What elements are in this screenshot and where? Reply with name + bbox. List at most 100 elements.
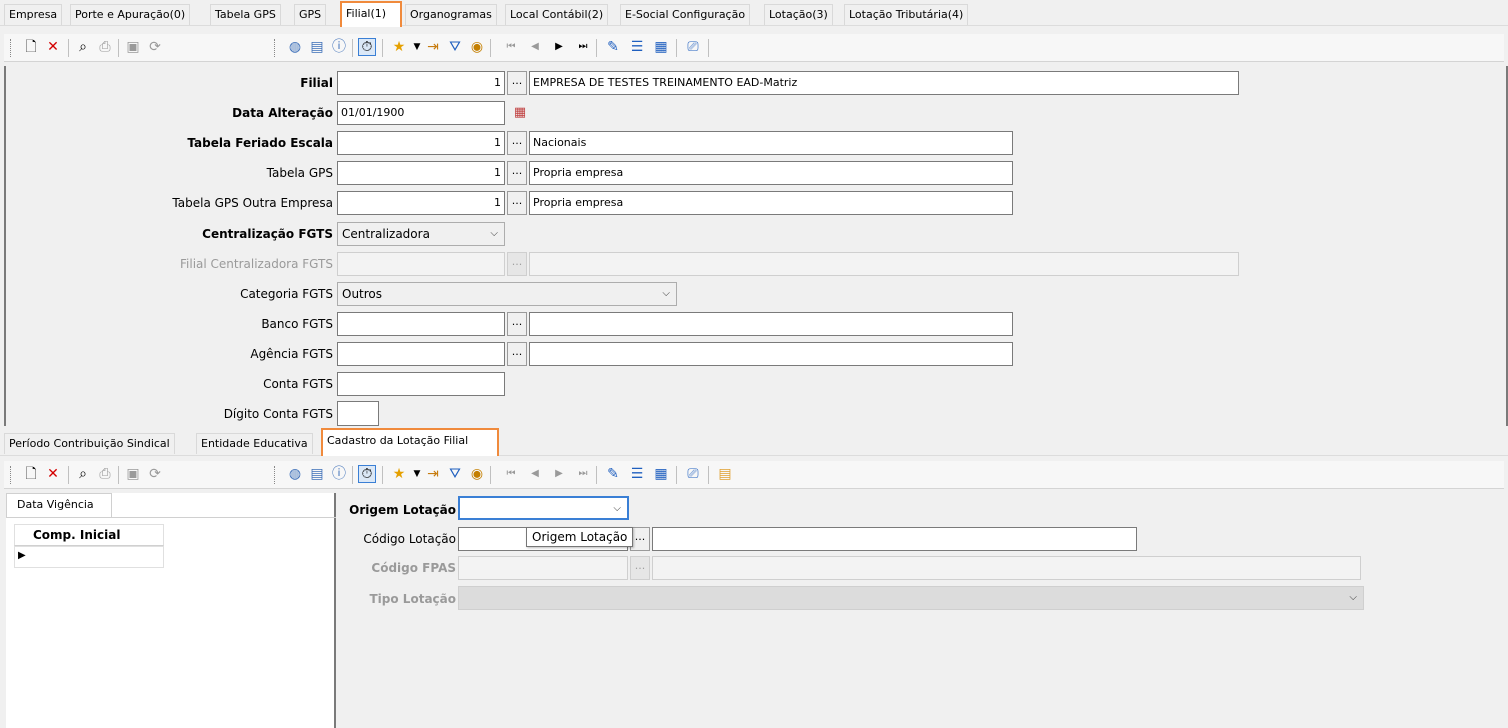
data-alteracao-input[interactable]: 01/01/1900 [337, 101, 505, 125]
tabela-gps-code-input[interactable]: 1 [337, 161, 505, 185]
tabela-feriado-code-input[interactable]: 1 [337, 131, 505, 155]
export-file-icon[interactable]: ▤ [716, 465, 734, 483]
origem-lotacao-select[interactable]: ⌵ [458, 496, 629, 520]
tabela-gps-outra-code-input[interactable]: 1 [337, 191, 505, 215]
grid-icon[interactable]: ▤ [308, 38, 326, 56]
binoculars-icon[interactable]: ⌕ [74, 465, 92, 483]
last-record-icon[interactable]: ⏭ [574, 465, 592, 483]
preview-icon[interactable]: ⎚ [684, 465, 702, 483]
digito-input[interactable] [337, 401, 379, 426]
agencia-code-input[interactable] [337, 342, 505, 366]
table-icon[interactable]: ▦ [652, 465, 670, 483]
tabela-feriado-lookup-button[interactable]: ... [507, 131, 527, 155]
binoculars-icon[interactable]: ⌕ [74, 38, 92, 56]
first-record-icon[interactable]: ⏮ [502, 465, 520, 483]
table-icon[interactable]: ▦ [652, 38, 670, 56]
globe-icon[interactable]: ◍ [286, 38, 304, 56]
tab-periodo-contribuicao[interactable]: Período Contribuição Sindical [4, 433, 175, 454]
table-row[interactable] [14, 546, 164, 568]
info-icon[interactable]: ⓘ [330, 38, 348, 56]
tab-cadastro-lotacao-filial[interactable]: Cadastro da Lotação Filial [321, 428, 499, 456]
refresh-icon[interactable]: ⟳ [146, 465, 164, 483]
star-icon[interactable]: ★ [390, 465, 408, 483]
filial-centralizadora-lookup-button[interactable]: ... [507, 252, 527, 276]
codigo-fpas-input[interactable] [458, 556, 628, 580]
filter-icon[interactable]: ⛛ [446, 38, 464, 56]
filial-centralizadora-code-input[interactable] [337, 252, 505, 276]
centralizacao-select[interactable]: Centralizadora ⌵ [337, 222, 505, 246]
stopwatch-icon[interactable]: ⏱ [358, 38, 376, 56]
next-record-icon[interactable]: ▶ [550, 465, 568, 483]
grid-icon[interactable]: ▤ [308, 465, 326, 483]
last-record-icon[interactable]: ⏭ [574, 38, 592, 56]
tabela-feriado-desc-input[interactable]: Nacionais [529, 131, 1013, 155]
tabela-gps-outra-lookup-button[interactable]: ... [507, 191, 527, 215]
next-record-icon[interactable]: ▶ [550, 38, 568, 56]
tab-esocial-configuracao[interactable]: E-Social Configuração [620, 4, 751, 25]
new-document-icon[interactable]: 🗋 [22, 465, 40, 483]
chevron-down-icon: ⌵ [1349, 592, 1357, 603]
save-icon[interactable]: ▣ [124, 38, 142, 56]
print-icon[interactable]: ⎙ [96, 465, 114, 483]
agencia-desc-input[interactable] [529, 342, 1013, 366]
tabela-gps-outra-desc-input[interactable]: Propria empresa [529, 191, 1013, 215]
categoria-value: Outros [342, 287, 383, 301]
save-icon[interactable]: ▣ [124, 465, 142, 483]
new-document-icon[interactable]: 🗋 [22, 38, 40, 56]
agencia-lookup-button[interactable]: ... [507, 342, 527, 366]
star-icon[interactable]: ★ [390, 38, 408, 56]
tabela-gps-desc-input[interactable]: Propria empresa [529, 161, 1013, 185]
banco-code-input[interactable] [337, 312, 505, 336]
list-icon[interactable]: ☰ [628, 465, 646, 483]
previous-record-icon[interactable]: ◀ [526, 38, 544, 56]
delete-icon[interactable]: ✕ [44, 465, 62, 483]
preview-icon[interactable]: ⎚ [684, 38, 702, 56]
tab-entidade-educativa[interactable]: Entidade Educativa [196, 433, 313, 454]
tabela-gps-lookup-button[interactable]: ... [507, 161, 527, 185]
tab-filial[interactable]: Filial(1) [340, 1, 402, 27]
refresh-icon[interactable]: ⟳ [146, 38, 164, 56]
codigo-fpas-desc-input[interactable] [652, 556, 1361, 580]
banco-lookup-button[interactable]: ... [507, 312, 527, 336]
tab-gps[interactable]: GPS [294, 4, 327, 25]
tab-local-contabil[interactable]: Local Contábil(2) [505, 4, 609, 25]
tab-porte-apuracao[interactable]: Porte e Apuração(0) [70, 4, 191, 25]
first-record-icon[interactable]: ⏮ [502, 38, 520, 56]
origem-lotacao-label: Origem Lotação [349, 503, 456, 517]
banco-desc-input[interactable] [529, 312, 1013, 336]
tab-lotacao[interactable]: Lotação(3) [764, 4, 833, 25]
tipo-lotacao-select[interactable]: ⌵ [458, 586, 1364, 610]
filter-icon[interactable]: ⛛ [446, 465, 464, 483]
tab-data-vigencia[interactable]: Data Vigência [6, 493, 112, 517]
categoria-select[interactable]: Outros ⌵ [337, 282, 677, 306]
filial-code-input[interactable]: 1 [337, 71, 505, 95]
codigo-lotacao-desc-input[interactable] [652, 527, 1137, 551]
exit-icon[interactable]: ⇥ [424, 465, 442, 483]
tabela-gps-outra-label: Tabela GPS Outra Empresa [172, 196, 333, 210]
previous-record-icon[interactable]: ◀ [526, 465, 544, 483]
print-icon[interactable]: ⎙ [96, 38, 114, 56]
exit-icon[interactable]: ⇥ [424, 38, 442, 56]
filial-centralizadora-desc-input[interactable] [529, 252, 1239, 276]
tab-organogramas[interactable]: Organogramas [405, 4, 497, 25]
calendar-icon[interactable]: ▦ [511, 103, 529, 121]
filial-label: Filial [300, 76, 333, 90]
codigo-fpas-label: Código FPAS [371, 561, 456, 575]
conta-input[interactable] [337, 372, 505, 396]
stopwatch-icon[interactable]: ⏱ [358, 465, 376, 483]
report-icon[interactable]: ◉ [468, 38, 486, 56]
info-icon[interactable]: ⓘ [330, 465, 348, 483]
filial-desc-input[interactable]: EMPRESA DE TESTES TREINAMENTO EAD-Matriz [529, 71, 1239, 95]
filial-lookup-button[interactable]: ... [507, 71, 527, 95]
list-icon[interactable]: ☰ [628, 38, 646, 56]
tab-empresa[interactable]: Empresa [4, 4, 63, 25]
delete-icon[interactable]: ✕ [44, 38, 62, 56]
edit-icon[interactable]: ✎ [604, 465, 622, 483]
tab-lotacao-tributaria[interactable]: Lotação Tributária(4) [844, 4, 969, 25]
comp-inicial-header[interactable]: Comp. Inicial [14, 524, 164, 546]
tab-tabela-gps[interactable]: Tabela GPS [210, 4, 281, 25]
globe-icon[interactable]: ◍ [286, 465, 304, 483]
codigo-fpas-lookup-button[interactable]: ... [630, 556, 650, 580]
edit-icon[interactable]: ✎ [604, 38, 622, 56]
report-icon[interactable]: ◉ [468, 465, 486, 483]
